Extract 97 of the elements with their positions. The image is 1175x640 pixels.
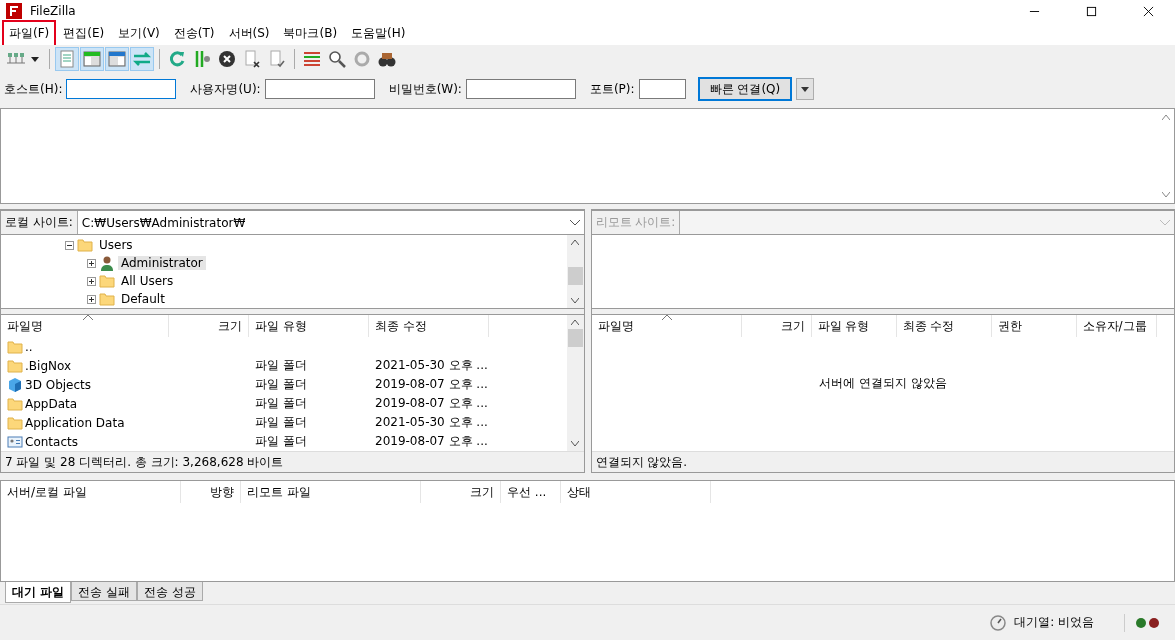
sort-ascending-icon — [661, 315, 672, 320]
contact-card-icon — [7, 433, 23, 450]
scroll-up-icon[interactable] — [571, 320, 579, 325]
scroll-down-icon[interactable] — [571, 298, 579, 303]
local-site-label: 로컬 사이트: — [1, 211, 78, 234]
username-label: 사용자명(U): — [190, 80, 261, 98]
tree-item[interactable]: All Users — [118, 274, 177, 288]
expand-icon[interactable] — [87, 294, 96, 304]
queue-tab[interactable]: 대기 파일 — [5, 582, 72, 603]
caret-icon — [801, 86, 810, 92]
folder-icon — [99, 273, 115, 289]
tree-item[interactable]: Administrator — [118, 256, 206, 270]
file-name[interactable]: .. — [25, 339, 33, 354]
activity-lights-icon — [1135, 616, 1161, 629]
queue-tab[interactable]: 전송 성공 — [137, 582, 203, 601]
password-field[interactable] — [465, 79, 576, 99]
modified-date: 2019-08-07 오후 ... — [375, 433, 488, 450]
folder-icon — [7, 395, 23, 412]
refresh-icon — [167, 49, 187, 69]
column-header[interactable]: 권한 — [991, 315, 1077, 337]
column-header[interactable]: 크기 — [421, 481, 501, 503]
menu-item[interactable]: 전송(T) — [166, 20, 222, 47]
empty-message: 서버에 연결되지 않았음 — [818, 376, 947, 390]
file-type: 파일 폴더 — [255, 414, 307, 431]
menu-item[interactable]: 보기(V) — [111, 20, 167, 47]
collapse-icon[interactable] — [65, 240, 74, 250]
dropdown-button[interactable] — [796, 78, 815, 100]
queue-status: 대기열: 비었음 — [1014, 614, 1094, 631]
modified-date: 2021-05-30 오후 ... — [375, 414, 488, 431]
file-type: 파일 폴더 — [255, 376, 307, 393]
search-icon — [327, 49, 347, 69]
file-name[interactable]: Application Data — [25, 415, 125, 430]
maximize-icon[interactable] — [1086, 5, 1097, 17]
scroll-up-icon[interactable] — [1161, 115, 1170, 120]
column-header[interactable]: 크기 — [741, 315, 812, 337]
folder-icon — [7, 338, 23, 355]
folder-icon — [77, 237, 93, 253]
quickconnect-button[interactable]: 빠른 연결(Q) — [697, 77, 793, 101]
modified-date: 2019-08-07 오후 ... — [375, 395, 488, 412]
scrollbar-thumb[interactable] — [567, 329, 583, 347]
password-label: 비밀번호(W): — [388, 80, 462, 98]
window-title: FileZilla — [30, 4, 76, 18]
gauge-icon — [990, 614, 1007, 631]
file-name[interactable]: Contacts — [25, 434, 78, 449]
file-name[interactable]: AppData — [25, 396, 78, 411]
file-type: 파일 폴더 — [255, 357, 307, 374]
column-header[interactable]: 최종 수정 — [896, 315, 992, 337]
chevron-down-icon[interactable] — [569, 219, 580, 226]
column-header[interactable]: 소유자/그룹 — [1076, 315, 1157, 337]
port-field[interactable] — [638, 79, 686, 99]
column-header[interactable]: 우선 ... — [501, 481, 561, 503]
column-header[interactable]: 상태 — [561, 481, 711, 503]
close-icon[interactable] — [1143, 5, 1154, 17]
sort-ascending-icon — [83, 315, 93, 320]
expand-icon[interactable] — [87, 276, 96, 286]
file-type: 파일 폴더 — [255, 433, 307, 450]
menu-item[interactable]: 도움말(H) — [344, 20, 413, 47]
folder-icon — [7, 414, 23, 431]
menu-item[interactable]: 북마크(B) — [276, 20, 345, 47]
column-header[interactable]: 파일 유형 — [249, 315, 369, 337]
modified-date: 2019-08-07 오후 ... — [375, 376, 488, 393]
tree-item[interactable]: Default — [118, 292, 168, 306]
menu-item[interactable]: 편집(E) — [56, 20, 112, 47]
app-logo-icon — [6, 3, 22, 19]
scroll-down-icon[interactable] — [1161, 192, 1170, 197]
expand-icon[interactable] — [87, 258, 96, 268]
remote-path-field[interactable] — [680, 211, 1174, 234]
host-field[interactable] — [66, 79, 177, 99]
column-header[interactable]: 파일명 — [1, 315, 169, 337]
column-header[interactable]: 리모트 파일 — [241, 481, 421, 503]
column-header[interactable]: 파일 유형 — [811, 315, 897, 337]
modified-date: 2021-05-30 오후 ... — [375, 357, 488, 374]
file-type: 파일 폴더 — [255, 395, 307, 412]
tree-item[interactable]: Users — [96, 238, 136, 252]
local-path-field[interactable]: C:₩Users₩Administrator₩ — [77, 211, 584, 234]
column-header[interactable]: 서버/로컬 파일 — [1, 481, 181, 503]
scroll-down-icon[interactable] — [571, 441, 579, 446]
queue-tab[interactable]: 전송 실패 — [71, 582, 137, 601]
cancel-icon — [217, 49, 237, 69]
column-header[interactable]: 크기 — [169, 315, 249, 337]
folder-icon — [7, 357, 23, 374]
column-header[interactable]: 방향 — [181, 481, 241, 503]
column-header[interactable]: 최종 수정 — [369, 315, 489, 337]
remote-site-label: 리모트 사이트: — [591, 211, 681, 234]
file-name[interactable]: 3D Objects — [25, 377, 92, 392]
scroll-up-icon[interactable] — [571, 240, 579, 245]
caret-icon[interactable] — [31, 56, 39, 62]
port-label: 포트(P): — [589, 80, 635, 98]
menu-item[interactable]: 서버(S) — [221, 20, 277, 47]
host-label: 호스트(H): — [4, 80, 63, 98]
username-field[interactable] — [264, 79, 375, 99]
scrollbar-thumb[interactable] — [567, 267, 583, 285]
user-icon — [99, 255, 115, 271]
cube-icon — [7, 376, 23, 393]
column-header[interactable]: 파일명 — [591, 315, 742, 337]
folder-icon — [99, 291, 115, 307]
file-name[interactable]: .BigNox — [25, 358, 72, 373]
